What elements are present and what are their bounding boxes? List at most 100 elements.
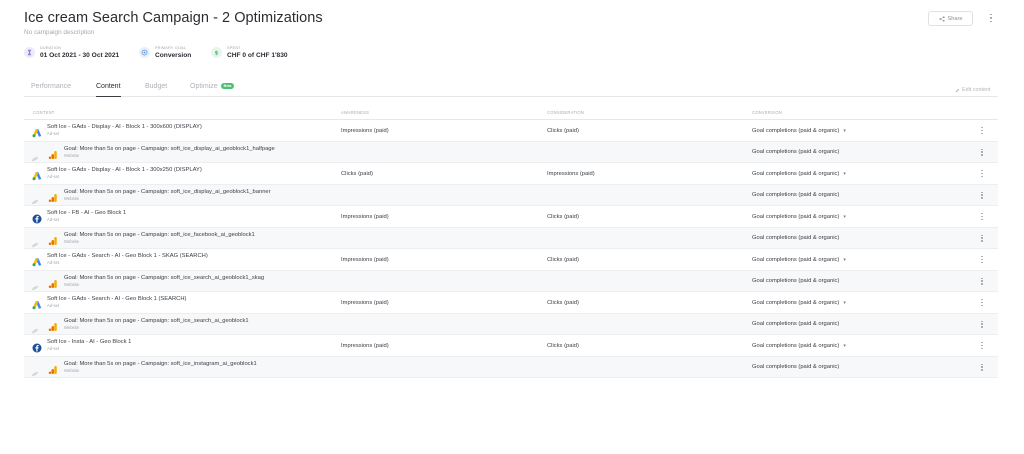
row-type-label: Website <box>64 238 80 244</box>
row-more-options-icon[interactable] <box>980 277 984 286</box>
adset-row[interactable]: Soft Ice - GAds - Search - AI - Geo Bloc… <box>24 249 998 271</box>
adset-row[interactable]: Soft Ice - GAds - Display - AI - Block 1… <box>24 163 998 185</box>
consideration-cell: Impressions (paid) <box>547 170 595 177</box>
content-table: Content Awareness Consideration Conversi… <box>24 106 998 378</box>
conversion-cell: Goal completions (paid & organic) <box>752 185 839 206</box>
spent-meta: $ Spent CHF 0 of CHF 1'830 <box>211 46 288 60</box>
chevron-down-icon[interactable]: ▾ <box>843 171 846 177</box>
awareness-cell: Impressions (paid) <box>341 342 389 349</box>
goal-row[interactable]: Goal: More than 5s on page - Campaign: s… <box>24 184 998 206</box>
tab-bar: Performance Content Budget Optimize Beta <box>24 80 998 97</box>
conversion-cell[interactable]: Goal completions (paid & organic) ▾ <box>752 335 846 356</box>
row-name: Soft Ice - Insta - AI - Geo Block 1 <box>47 339 132 345</box>
row-more-options-icon[interactable] <box>980 191 984 200</box>
adset-row[interactable]: Soft Ice - GAds - Search - AI - Geo Bloc… <box>24 292 998 314</box>
more-options-icon[interactable] <box>988 13 994 23</box>
conversion-cell: Goal completions (paid & organic) <box>752 142 839 163</box>
spent-value: CHF 0 of CHF 1'830 <box>227 52 288 59</box>
conversion-label: Goal completions (paid & organic) <box>752 213 840 220</box>
conversion-label: Goal completions (paid & organic) <box>752 170 840 177</box>
row-more-options-icon[interactable] <box>980 363 984 372</box>
goal-row[interactable]: Goal: More than 5s on page - Campaign: s… <box>24 141 998 163</box>
tab-performance[interactable]: Performance <box>31 83 71 97</box>
page-title: Ice cream Search Campaign - 2 Optimizati… <box>24 10 323 26</box>
chevron-down-icon[interactable]: ▾ <box>843 214 846 220</box>
column-header-awareness: Awareness <box>341 110 370 115</box>
adset-row[interactable]: Soft Ice - FB - AI - Geo Block 1 Ad-set Im… <box>24 206 998 228</box>
adset-row[interactable]: Soft Ice - Insta - AI - Geo Block 1 Ad-se… <box>24 335 998 357</box>
goal-row[interactable]: Goal: More than 5s on page - Campaign: s… <box>24 313 998 335</box>
row-more-options-icon[interactable] <box>980 341 984 350</box>
conversion-label: Goal completions (paid & organic) <box>752 192 840 198</box>
conversion-cell[interactable]: Goal completions (paid & organic) ▾ <box>752 249 846 270</box>
edit-content-label: Edit content <box>962 87 991 93</box>
row-type-label: Ad-set <box>47 217 60 222</box>
chevron-down-icon[interactable]: ▾ <box>843 128 846 134</box>
consideration-cell: Clicks (paid) <box>547 127 579 134</box>
primary-goal-meta: Primary goal Conversion <box>139 46 191 60</box>
row-type-label: Ad-set <box>47 131 60 136</box>
campaign-description: No campaign description <box>24 29 95 36</box>
awareness-cell: Impressions (paid) <box>341 256 389 263</box>
row-more-options-icon[interactable] <box>980 234 984 243</box>
goal-row[interactable]: Goal: More than 5s on page - Campaign: s… <box>24 356 998 378</box>
link-icon <box>32 278 38 290</box>
goal-row[interactable]: Goal: More than 5s on page - Campaign: s… <box>24 270 998 292</box>
google-ads-icon <box>32 168 42 181</box>
row-more-options-icon[interactable] <box>980 320 984 329</box>
conversion-cell: Goal completions (paid & organic) <box>752 314 839 335</box>
tab-optimize[interactable]: Optimize Beta <box>190 83 235 97</box>
chevron-down-icon[interactable]: ▾ <box>843 257 846 263</box>
row-type-label: Ad-set <box>47 303 60 308</box>
conversion-cell[interactable]: Goal completions (paid & organic) ▾ <box>752 292 846 313</box>
conversion-cell[interactable]: Goal completions (paid & organic) ▾ <box>752 120 846 141</box>
beta-badge: Beta <box>220 83 235 89</box>
duration-meta: Duration 01 Oct 2021 - 30 Oct 2021 <box>24 46 119 60</box>
tab-budget[interactable]: Budget <box>145 83 167 97</box>
row-type-label: Website <box>64 152 80 158</box>
conversion-cell: Goal completions (paid & organic) <box>752 357 839 378</box>
share-button[interactable]: Share <box>928 11 973 26</box>
row-type-label: Ad-set <box>47 260 60 265</box>
google-analytics-icon <box>48 319 58 331</box>
column-header-conversion: Conversion <box>752 110 783 115</box>
row-more-options-icon[interactable] <box>980 212 984 221</box>
row-type-label: Website <box>64 324 80 330</box>
chevron-down-icon[interactable]: ▾ <box>843 343 846 349</box>
conversion-cell: Goal completions (paid & organic) <box>752 228 839 249</box>
tab-optimize-label: Optimize <box>190 83 218 90</box>
adset-row[interactable]: Soft Ice - GAds - Display - AI - Block 1… <box>24 120 998 142</box>
edit-content-link[interactable]: Edit content <box>955 87 990 93</box>
facebook-icon <box>32 211 42 224</box>
row-more-options-icon[interactable] <box>980 126 984 135</box>
row-type-label: Website <box>64 195 80 201</box>
chevron-down-icon[interactable]: ▾ <box>843 300 846 306</box>
conversion-label: Goal completions (paid & organic) <box>752 364 840 370</box>
row-more-options-icon[interactable] <box>980 148 984 157</box>
row-name: Goal: More than 5s on page - Campaign: s… <box>64 145 275 152</box>
row-name: Soft Ice - GAds - Search - AI - Geo Bloc… <box>47 296 187 302</box>
conversion-label: Goal completions (paid & organic) <box>752 278 840 284</box>
link-icon <box>32 364 38 376</box>
goal-row[interactable]: Goal: More than 5s on page - Campaign: s… <box>24 227 998 249</box>
row-more-options-icon[interactable] <box>980 169 984 178</box>
consideration-cell: Clicks (paid) <box>547 299 579 306</box>
svg-text:$: $ <box>215 50 219 56</box>
row-type-label: Website <box>64 367 80 373</box>
tab-content[interactable]: Content <box>96 83 121 97</box>
row-more-options-icon[interactable] <box>980 298 984 307</box>
dollar-icon: $ <box>211 47 222 58</box>
conversion-cell[interactable]: Goal completions (paid & organic) ▾ <box>752 206 846 227</box>
link-icon <box>32 235 38 247</box>
google-analytics-icon <box>48 190 58 202</box>
conversion-cell[interactable]: Goal completions (paid & organic) ▾ <box>752 163 846 184</box>
awareness-cell: Impressions (paid) <box>341 127 389 134</box>
conversion-label: Goal completions (paid & organic) <box>752 342 840 349</box>
link-icon <box>32 321 38 333</box>
row-more-options-icon[interactable] <box>980 255 984 264</box>
conversion-label: Goal completions (paid & organic) <box>752 149 840 155</box>
consideration-cell: Clicks (paid) <box>547 342 579 349</box>
consideration-cell: Clicks (paid) <box>547 213 579 220</box>
consideration-cell: Clicks (paid) <box>547 256 579 263</box>
google-ads-icon <box>32 297 42 310</box>
